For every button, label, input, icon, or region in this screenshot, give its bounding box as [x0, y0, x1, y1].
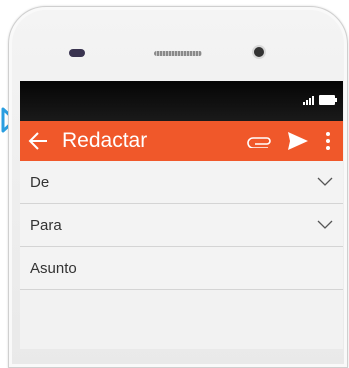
- chevron-down-icon[interactable]: [317, 220, 333, 230]
- phone-frame: Redactar De Para Asunto: [8, 6, 348, 368]
- attach-button[interactable]: [247, 128, 273, 154]
- app-bar-actions: [247, 128, 333, 154]
- to-label: Para: [30, 216, 62, 234]
- send-button[interactable]: [285, 128, 311, 154]
- screen: Redactar De Para Asunto: [20, 81, 343, 349]
- page-title: Redactar: [62, 129, 148, 152]
- more-vert-icon: [326, 132, 330, 150]
- paperclip-icon: [247, 137, 271, 148]
- subject-label: Asunto: [30, 259, 77, 277]
- battery-icon: [319, 95, 337, 105]
- signal-icon: [303, 96, 314, 105]
- front-camera: [254, 47, 264, 57]
- to-field[interactable]: Para: [20, 204, 343, 247]
- subject-field[interactable]: Asunto: [20, 247, 343, 290]
- compose-body[interactable]: [20, 290, 343, 349]
- more-options-button[interactable]: [323, 128, 333, 154]
- earpiece-speaker: [154, 51, 202, 56]
- chevron-down-icon[interactable]: [317, 177, 333, 187]
- app-bar: Redactar: [20, 121, 343, 161]
- back-button[interactable]: [20, 121, 56, 161]
- from-label: De: [30, 173, 50, 191]
- status-bar: [20, 81, 343, 121]
- send-icon: [288, 132, 308, 150]
- arrow-left-icon: [28, 132, 47, 150]
- sensor: [69, 49, 85, 57]
- status-icons: [303, 95, 337, 105]
- from-field[interactable]: De: [20, 161, 343, 204]
